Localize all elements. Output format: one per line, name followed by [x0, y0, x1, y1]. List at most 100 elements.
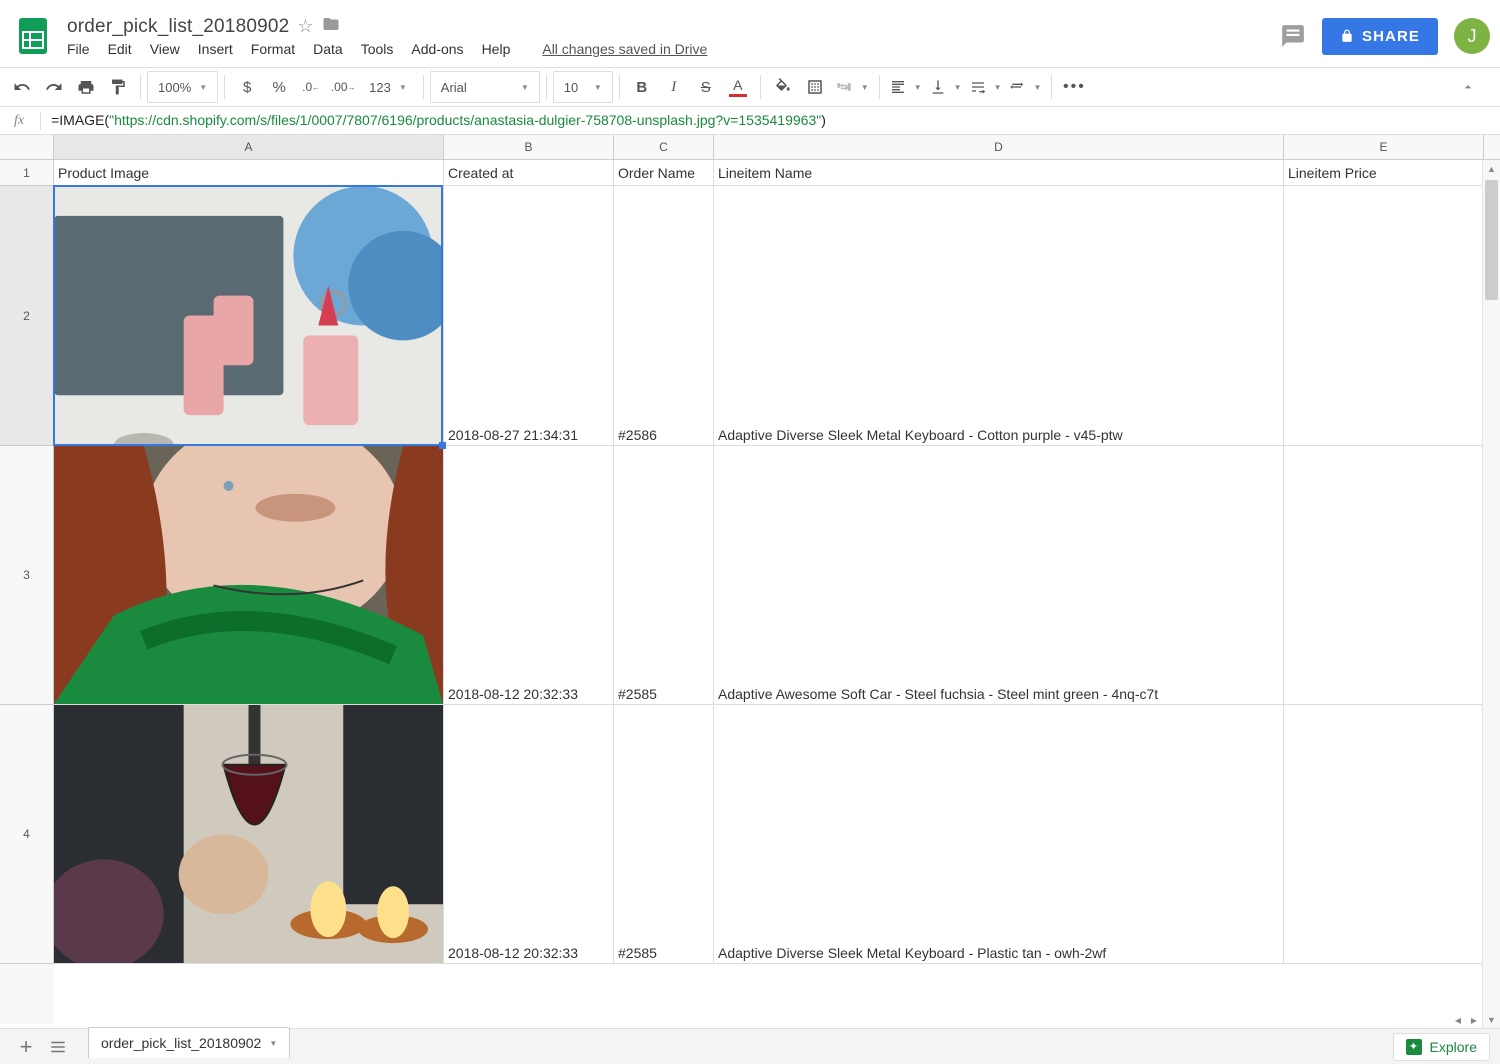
col-header-a[interactable]: A: [54, 135, 444, 159]
menu-edit[interactable]: Edit: [108, 41, 132, 57]
cell-c1[interactable]: Order Name: [614, 160, 714, 186]
cell-c4[interactable]: #2585: [614, 705, 714, 964]
cell-a3[interactable]: [54, 446, 444, 705]
title-area: order_pick_list_20180902 ☆ File Edit Vie…: [67, 15, 1280, 57]
menu-help[interactable]: Help: [482, 41, 511, 57]
menu-bar: File Edit View Insert Format Data Tools …: [67, 41, 1280, 57]
save-status[interactable]: All changes saved in Drive: [542, 41, 707, 57]
row-header-4[interactable]: 4: [0, 705, 54, 964]
fx-label: fx: [14, 113, 24, 129]
cell-e4[interactable]: [1284, 705, 1484, 964]
comments-icon[interactable]: [1280, 23, 1306, 49]
col-header-d[interactable]: D: [714, 135, 1284, 159]
cell-b1[interactable]: Created at: [444, 160, 614, 186]
rotate-dropdown[interactable]: ▼: [1005, 71, 1045, 103]
cell-b3[interactable]: 2018-08-12 20:32:33: [444, 446, 614, 705]
explore-icon: ✦: [1406, 1039, 1422, 1055]
hscroll-right-icon[interactable]: ▶: [1468, 1014, 1480, 1026]
sheet-tab[interactable]: order_pick_list_20180902 ▼: [88, 1027, 290, 1058]
halign-dropdown[interactable]: ▼: [886, 71, 926, 103]
folder-icon[interactable]: [322, 15, 340, 38]
cell-e3[interactable]: [1284, 446, 1484, 705]
explore-button[interactable]: ✦ Explore: [1393, 1033, 1490, 1061]
cell-d3[interactable]: Adaptive Awesome Soft Car - Steel fuchsi…: [714, 446, 1284, 705]
row-header-3[interactable]: 3: [0, 446, 54, 705]
header-bar: order_pick_list_20180902 ☆ File Edit Vie…: [0, 0, 1500, 64]
col-header-e[interactable]: E: [1284, 135, 1484, 159]
paint-format-icon[interactable]: [102, 71, 134, 103]
fill-color-icon[interactable]: [767, 71, 799, 103]
wrap-dropdown[interactable]: ▼: [966, 71, 1006, 103]
menu-data[interactable]: Data: [313, 41, 343, 57]
toolbar: 100%▼ $ % .0← .00→ 123▼ Arial▼ 10▼ B I S…: [0, 67, 1500, 107]
cell-b2[interactable]: 2018-08-27 21:34:31: [444, 186, 614, 446]
col-header-c[interactable]: C: [614, 135, 714, 159]
borders-icon[interactable]: [799, 71, 831, 103]
menu-insert[interactable]: Insert: [198, 41, 233, 57]
italic-icon[interactable]: I: [658, 71, 690, 103]
currency-icon[interactable]: $: [231, 71, 263, 103]
cell-a2[interactable]: [54, 186, 444, 446]
sheet-tab-menu-icon[interactable]: ▼: [269, 1039, 277, 1048]
header-right: SHARE J: [1280, 18, 1490, 55]
more-icon[interactable]: •••: [1058, 71, 1090, 103]
add-sheet-icon[interactable]: +: [10, 1031, 42, 1063]
font-dropdown[interactable]: Arial▼: [430, 71, 540, 103]
doc-title[interactable]: order_pick_list_20180902: [67, 16, 289, 38]
valign-dropdown[interactable]: ▼: [926, 71, 966, 103]
formula-bar[interactable]: fx =IMAGE("https://cdn.shopify.com/s/fil…: [0, 107, 1500, 135]
undo-icon[interactable]: [6, 71, 38, 103]
grid-body: 1 2 3 4 Product Image Created at Order N…: [0, 160, 1500, 1024]
menu-format[interactable]: Format: [251, 41, 295, 57]
percent-icon[interactable]: %: [263, 71, 295, 103]
cell-d2[interactable]: Adaptive Diverse Sleek Metal Keyboard - …: [714, 186, 1284, 446]
menu-tools[interactable]: Tools: [361, 41, 394, 57]
cell-c3[interactable]: #2585: [614, 446, 714, 705]
dec-decimal-icon[interactable]: .0←: [295, 71, 327, 103]
formula-content: =IMAGE("https://cdn.shopify.com/s/files/…: [51, 112, 826, 130]
zoom-dropdown[interactable]: 100%▼: [147, 71, 218, 103]
text-color-icon[interactable]: A: [722, 71, 754, 103]
row-header-1[interactable]: 1: [0, 160, 54, 186]
product-image-1: [54, 186, 443, 445]
grid: A B C D E 1 2 3 4 Product Image Created …: [0, 135, 1500, 1024]
cell-a1[interactable]: Product Image: [54, 160, 444, 186]
cell-d1[interactable]: Lineitem Name: [714, 160, 1284, 186]
row-header-2[interactable]: 2: [0, 186, 54, 446]
vertical-scrollbar[interactable]: ▲ ▼: [1482, 160, 1500, 1029]
scroll-down-icon[interactable]: ▼: [1483, 1011, 1500, 1029]
share-label: SHARE: [1362, 28, 1420, 45]
scroll-thumb[interactable]: [1485, 180, 1498, 300]
print-icon[interactable]: [70, 71, 102, 103]
bold-icon[interactable]: B: [626, 71, 658, 103]
scroll-up-icon[interactable]: ▲: [1483, 160, 1500, 178]
menu-file[interactable]: File: [67, 41, 90, 57]
bottom-bar: + order_pick_list_20180902 ▼ ✦ Explore: [0, 1028, 1500, 1064]
cell-e2[interactable]: [1284, 186, 1484, 446]
cell-e1[interactable]: Lineitem Price: [1284, 160, 1484, 186]
all-sheets-icon[interactable]: [42, 1031, 74, 1063]
menu-view[interactable]: View: [150, 41, 180, 57]
inc-decimal-icon[interactable]: .00→: [327, 71, 359, 103]
col-header-b[interactable]: B: [444, 135, 614, 159]
cells: Product Image Created at Order Name Line…: [54, 160, 1484, 1024]
avatar[interactable]: J: [1454, 18, 1490, 54]
select-all-corner[interactable]: [0, 135, 54, 159]
number-format-dropdown[interactable]: 123▼: [359, 71, 417, 103]
hscroll-left-icon[interactable]: ◀: [1452, 1014, 1464, 1026]
collapse-toolbar-icon[interactable]: [1452, 71, 1484, 103]
cell-b4[interactable]: 2018-08-12 20:32:33: [444, 705, 614, 964]
menu-addons[interactable]: Add-ons: [411, 41, 463, 57]
cell-d4[interactable]: Adaptive Diverse Sleek Metal Keyboard - …: [714, 705, 1284, 964]
active-cell-handle[interactable]: [439, 442, 446, 449]
row-headers: 1 2 3 4: [0, 160, 54, 1024]
cell-c2[interactable]: #2586: [614, 186, 714, 446]
redo-icon[interactable]: [38, 71, 70, 103]
font-size-dropdown[interactable]: 10▼: [553, 71, 613, 103]
share-button[interactable]: SHARE: [1322, 18, 1438, 55]
sheets-icon[interactable]: [10, 14, 55, 59]
merge-dropdown[interactable]: ▼: [831, 71, 873, 103]
star-icon[interactable]: ☆: [297, 16, 313, 37]
cell-a4[interactable]: [54, 705, 444, 964]
strike-icon[interactable]: S: [690, 71, 722, 103]
